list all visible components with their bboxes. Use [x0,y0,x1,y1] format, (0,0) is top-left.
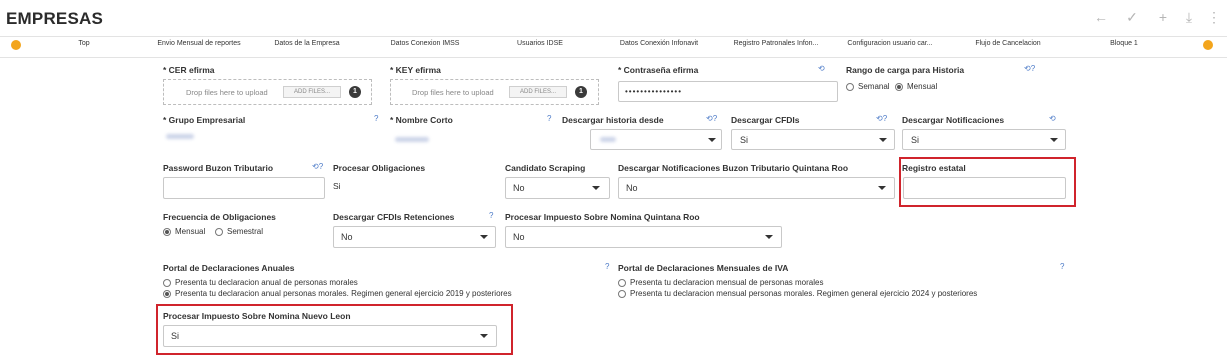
tab-envio-mensual[interactable]: Envio Mensual de reportes [157,40,240,47]
password-buzon-input[interactable] [163,177,325,199]
tab-configuracion-usuario[interactable]: Configuracion usuario car... [847,40,932,47]
anuales-option-1-label: Presenta tu declaracion anual de persona… [175,278,358,287]
tab-flujo-cancelacion[interactable]: Flujo de Cancelacion [975,40,1040,47]
isn-qroo-label: Procesar Impuesto Sobre Nomina Quintana … [505,212,700,222]
chevron-down-icon[interactable] [878,186,886,190]
notif-help-icon[interactable]: ⟲? [876,114,887,123]
notif-history-icon[interactable]: ⟲ [1049,114,1056,123]
key-add-files-button[interactable]: ADD FILES... [509,86,567,98]
descargar-cfdis-label: Descargar CFDIs [731,115,800,125]
tab-bloque-1[interactable]: Bloque 1 [1110,40,1138,47]
arrow-left-icon[interactable]: ← [1093,9,1109,25]
key-label: * KEY efirma [390,65,441,75]
chevron-down-icon[interactable] [480,334,488,338]
frecuencia-semestral-radio[interactable] [215,228,223,236]
cer-file-count-badge: 1 [349,86,361,98]
cer-label: * CER efirma [163,65,215,75]
rango-historia-label: Rango de carga para Historia [846,65,965,75]
descargar-cfdis-value: Si [740,135,749,145]
registro-estatal-input[interactable] [903,177,1066,199]
chevron-down-icon[interactable] [1050,138,1058,142]
nombre-help-icon[interactable]: ? [547,114,551,123]
historia-desde-label: Descargar historia desde [562,115,664,125]
chevron-down-icon[interactable] [592,186,600,190]
rango-mensual-radio[interactable] [895,83,903,91]
frecuencia-mensual-label: Mensual [175,227,206,236]
frecuencia-obligaciones-label: Frecuencia de Obligaciones [163,212,276,222]
anuales-option-1-radio[interactable] [163,279,171,287]
chevron-down-icon[interactable] [765,235,773,239]
isn-qroo-value: No [513,232,525,242]
iva-option-1-radio[interactable] [618,279,626,287]
retenciones-help-icon[interactable]: ? [489,211,493,220]
iva-help-icon[interactable]: ? [605,262,609,271]
notif-qroo-select[interactable] [618,177,895,199]
cfdis-help-icon[interactable]: ⟲? [706,114,717,123]
password-buzon-label: Password Buzon Tributario [163,163,274,173]
isn-qroo-select[interactable] [505,226,782,248]
anuales-option-2-label: Presenta tu declaracion anual personas m… [175,289,512,298]
declaraciones-iva-label: Portal de Declaraciones Mensuales de IVA [618,263,789,273]
grupo-help-icon[interactable]: ? [374,114,378,123]
history-help-icon[interactable]: ⟲? [1024,64,1035,73]
procesar-obligaciones-label: Procesar Obligaciones [333,163,426,173]
iva-option-2-radio[interactable] [618,290,626,298]
historia-desde-value [600,137,616,142]
chevron-down-icon[interactable] [879,138,887,142]
tab-datos-empresa[interactable]: Datos de la Empresa [274,40,339,47]
cfdis-retenciones-value: No [341,232,353,242]
scroll-right-icon[interactable] [1203,40,1213,50]
candidato-scraping-value: No [513,183,525,193]
iva-right-help-icon[interactable]: ? [1060,262,1064,271]
notif-qroo-label: Descargar Notificaciones Buzon Tributari… [618,163,849,173]
buzon-help-icon[interactable]: ⟲? [312,162,323,171]
nombre-corto-label: * Nombre Corto [390,115,453,125]
password-efirma-value: ••••••••••••••• [625,87,683,96]
frecuencia-mensual-radio[interactable] [163,228,171,236]
rango-mensual-label: Mensual [907,82,938,91]
iva-option-2-label: Presenta tu declaracion mensual personas… [630,289,978,298]
descargar-notificaciones-value: Si [911,135,920,145]
scroll-left-icon[interactable] [11,40,21,50]
tab-usuarios-idse[interactable]: Usuarios IDSE [517,40,563,47]
isn-nuevo-leon-value: Si [171,331,180,341]
password-efirma-label: * Contraseña efirma [618,65,699,75]
grupo-empresarial-label: * Grupo Empresarial [163,115,246,125]
page-title: EMPRESAS [6,9,104,28]
tab-top[interactable]: Top [78,40,89,47]
cfdis-retenciones-select[interactable] [333,226,496,248]
rango-semanal-radio[interactable] [846,83,854,91]
cer-drop-text: Drop files here to upload [186,88,268,97]
more-vertical-icon[interactable]: ⋮ [1206,9,1222,26]
check-icon[interactable]: ✓ [1124,9,1140,26]
iva-option-1-label: Presenta tu declaracion mensual de perso… [630,278,824,287]
descargar-notificaciones-select[interactable] [902,129,1066,150]
chevron-down-icon[interactable] [708,138,716,142]
grupo-empresarial-value [166,134,194,139]
notif-qroo-value: No [626,183,638,193]
isn-nuevo-leon-label: Procesar Impuesto Sobre Nomina Nuevo Leo… [163,311,351,321]
cer-add-files-button[interactable]: ADD FILES... [283,86,341,98]
tab-datos-conexion-imss[interactable]: Datos Conexion IMSS [391,40,460,47]
isn-nuevo-leon-select[interactable] [163,325,497,347]
procesar-obligaciones-value: Si [333,181,341,191]
rango-semanal-label: Semanal [858,82,890,91]
descargar-cfdis-select[interactable] [731,129,895,150]
anuales-option-2-radio[interactable] [163,290,171,298]
key-file-count-badge: 1 [575,86,587,98]
declaraciones-anuales-label: Portal de Declaraciones Anuales [163,263,295,273]
tab-registro-patronales[interactable]: Registro Patronales Infon... [734,40,819,47]
history-icon[interactable]: ⟲ [818,64,825,73]
frecuencia-semestral-label: Semestral [227,227,264,236]
registro-estatal-label: Registro estatal [902,163,966,173]
descargar-notificaciones-label: Descargar Notificaciones [902,115,1005,125]
plus-icon[interactable]: + [1155,9,1171,25]
download-icon[interactable]: ⤓ [1181,9,1197,26]
cfdis-retenciones-label: Descargar CFDIs Retenciones [333,212,455,222]
chevron-down-icon[interactable] [480,235,488,239]
candidato-scraping-label: Candidato Scraping [505,163,586,173]
nombre-corto-value [395,137,429,142]
tab-datos-conexion-infonavit[interactable]: Datos Conexión Infonavit [620,40,698,47]
key-drop-text: Drop files here to upload [412,88,494,97]
